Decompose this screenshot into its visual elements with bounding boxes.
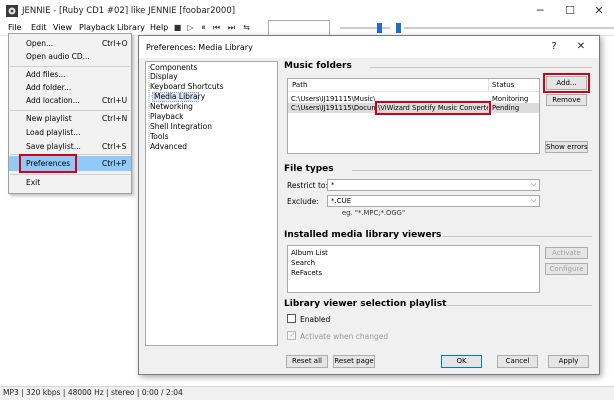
column-path[interactable]: Path <box>292 81 307 89</box>
file-types-title: File types <box>284 164 334 174</box>
shortcut-open: Ctrl+O <box>102 39 128 48</box>
viewers-title: Installed media library viewers <box>284 230 442 240</box>
folder-status-cell: Pending <box>492 104 520 112</box>
menu-edit[interactable]: Edit <box>31 23 47 32</box>
restrict-to-combobox[interactable]: * <box>327 179 540 191</box>
menu-library[interactable]: Library <box>117 23 145 32</box>
restrict-label: Restrict to: <box>287 181 329 190</box>
chevron-down-icon[interactable]: ⌵ <box>531 180 536 189</box>
section-divider <box>370 67 592 68</box>
menu-item-open-audio-cd[interactable]: Open audio CD... <box>26 52 90 61</box>
seekbar-handle[interactable] <box>396 23 401 33</box>
configure-button[interactable]: Configure <box>545 263 588 275</box>
tree-item-shell-integration[interactable]: Shell Integration <box>150 122 212 131</box>
menu-file[interactable]: File <box>8 23 21 32</box>
show-errors-button[interactable]: Show errors <box>545 141 588 153</box>
annotation-highlight-preferences <box>19 154 77 173</box>
folder-path-cell[interactable]: C:\Users\IJ191115\Documen <box>291 104 377 112</box>
enabled-label: Enabled <box>300 315 331 324</box>
previous-icon[interactable]: ⏮ <box>211 22 222 33</box>
playback-order-dropdown[interactable] <box>268 20 330 36</box>
file-types-hint: eg. "*.MPC;*.OGG" <box>342 209 406 217</box>
annotation-highlight-path <box>375 101 491 115</box>
selection-playlist-title: Library viewer selection playlist <box>284 299 447 309</box>
viewer-item[interactable]: ReFacets <box>291 269 322 277</box>
folder-status-cell: Monitoring <box>492 95 529 103</box>
reset-page-button[interactable]: Reset page <box>333 355 375 368</box>
tree-item-advanced[interactable]: Advanced <box>150 142 187 151</box>
section-divider <box>352 170 592 171</box>
stop-icon[interactable]: ■ <box>172 22 183 33</box>
shortcut-new-playlist: Ctrl+N <box>102 114 128 123</box>
menu-separator <box>10 174 130 175</box>
menu-playback[interactable]: Playback <box>79 23 115 32</box>
minimize-button[interactable]: ─ <box>525 0 555 22</box>
pause-icon[interactable]: ⏸ <box>198 22 209 33</box>
shortcut-save-playlist: Ctrl+S <box>102 142 127 151</box>
seekbar-track[interactable] <box>404 27 614 29</box>
tree-connector-lines <box>148 65 153 147</box>
menu-view[interactable]: View <box>53 23 72 32</box>
column-divider <box>488 79 489 92</box>
tree-item-media-library[interactable]: Media Library <box>154 92 205 101</box>
tree-item-keyboard-shortcuts[interactable]: Keyboard Shortcuts <box>150 82 224 91</box>
menu-item-add-files[interactable]: Add files... <box>26 70 65 79</box>
status-text: MP3 | 320 kbps | 48000 Hz | stereo | 0:0… <box>3 388 183 397</box>
chevron-down-icon[interactable]: ⌵ <box>531 196 536 205</box>
reset-all-button[interactable]: Reset all <box>286 355 328 368</box>
activate-when-changed-label: Activate when changed <box>300 332 389 341</box>
ok-button[interactable]: OK <box>441 355 482 368</box>
exclude-label: Exclude: <box>287 197 319 206</box>
column-status[interactable]: Status <box>492 81 514 89</box>
tree-item-networking[interactable]: Networking <box>150 102 193 111</box>
tree-item-playback[interactable]: Playback <box>150 112 183 121</box>
menu-item-exit[interactable]: Exit <box>26 178 40 187</box>
close-button[interactable]: ✕ <box>584 0 614 22</box>
viewer-item[interactable]: Album List <box>291 249 328 257</box>
menu-help[interactable]: Help <box>150 23 168 32</box>
foobar-app-icon <box>6 5 18 17</box>
menu-item-save-playlist[interactable]: Save playlist... <box>26 142 81 151</box>
exclude-combobox[interactable]: *.CUE <box>327 195 540 207</box>
tree-item-display[interactable]: Display <box>150 72 178 81</box>
menu-item-add-folder[interactable]: Add folder... <box>26 83 71 92</box>
shortcut-add-location: Ctrl+U <box>102 96 128 105</box>
dialog-title: Preferences: Media Library <box>146 43 253 52</box>
dialog-close-button[interactable]: ✕ <box>568 36 594 58</box>
next-icon[interactable]: ⏭ <box>226 22 237 33</box>
section-divider <box>446 305 592 306</box>
apply-button[interactable]: Apply <box>548 355 589 368</box>
menu-item-add-location[interactable]: Add location... <box>26 96 80 105</box>
remove-folder-button[interactable]: Remove <box>546 94 587 106</box>
cancel-button[interactable]: Cancel <box>497 355 538 368</box>
menu-item-load-playlist[interactable]: Load playlist... <box>26 128 80 137</box>
help-button[interactable]: ? <box>541 36 567 58</box>
play-icon[interactable]: ▷ <box>185 22 196 33</box>
tree-item-components[interactable]: Components <box>150 63 197 72</box>
volume-slider-handle[interactable] <box>377 23 382 33</box>
annotation-highlight-add <box>543 73 590 93</box>
activate-button[interactable]: Activate <box>545 247 588 259</box>
volume-slider-track[interactable] <box>340 27 390 29</box>
menu-separator <box>10 110 130 111</box>
menu-item-open[interactable]: Open... <box>26 39 53 48</box>
music-folders-title: Music folders <box>284 61 352 71</box>
enabled-checkbox[interactable] <box>287 314 296 323</box>
maximize-button[interactable]: ☐ <box>555 0 585 22</box>
shortcut-preferences: Ctrl+P <box>102 159 127 168</box>
viewer-item[interactable]: Search <box>291 259 315 267</box>
random-icon[interactable]: ⇆ <box>241 22 252 33</box>
window-title: JENNIE - [Ruby CD1 #02] like JENNIE [foo… <box>22 6 236 16</box>
menu-item-new-playlist[interactable]: New playlist <box>26 114 72 123</box>
menu-separator <box>10 66 130 67</box>
section-divider <box>443 236 592 237</box>
checkmark-icon: ✓ <box>289 331 296 339</box>
